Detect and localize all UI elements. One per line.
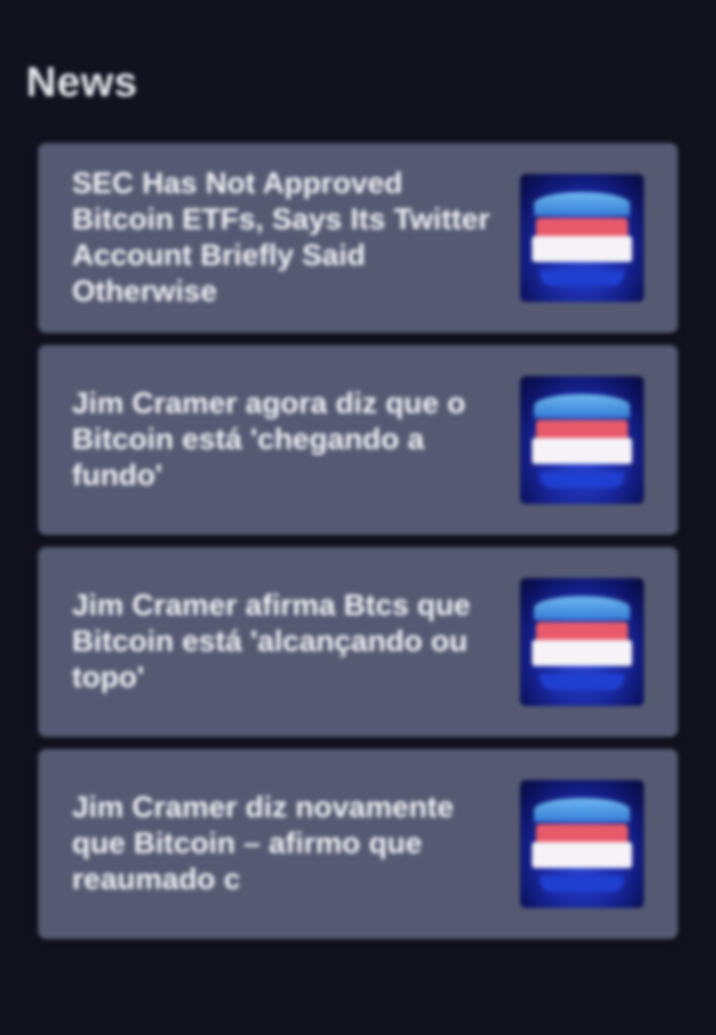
news-thumbnail-image — [520, 174, 644, 302]
news-page: News SEC Has Not Approved Bitcoin ETFs, … — [0, 0, 716, 1035]
section-title: News — [26, 58, 138, 105]
news-thumbnail-image — [520, 780, 644, 908]
news-headline: Jim Cramer afirma Btcs que Bitcoin está … — [72, 589, 471, 694]
news-headline: Jim Cramer agora diz que o Bitcoin está … — [72, 387, 466, 492]
news-list: SEC Has Not Approved Bitcoin ETFs, Says … — [38, 143, 678, 951]
news-thumbnail-image — [520, 376, 644, 504]
news-card-4[interactable]: Jim Cramer diz novamente que Bitcoin – a… — [38, 749, 678, 939]
news-card-3[interactable]: Jim Cramer afirma Btcs que Bitcoin está … — [38, 547, 678, 737]
news-card-2[interactable]: Jim Cramer agora diz que o Bitcoin está … — [38, 345, 678, 535]
news-headline: Jim Cramer diz novamente que Bitcoin – a… — [72, 791, 454, 896]
news-headline: SEC Has Not Approved Bitcoin ETFs, Says … — [72, 167, 490, 308]
news-thumbnail-image — [520, 578, 644, 706]
news-card-1[interactable]: SEC Has Not Approved Bitcoin ETFs, Says … — [38, 143, 678, 333]
